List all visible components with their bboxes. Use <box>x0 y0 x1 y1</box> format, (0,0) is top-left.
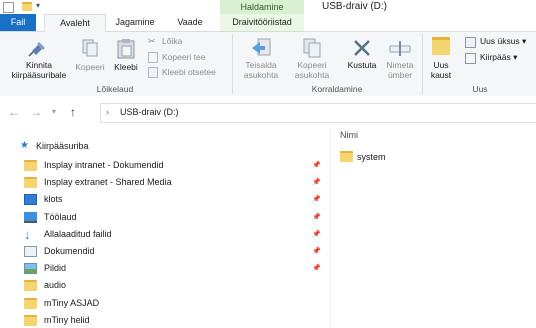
nav-item-label: audio <box>44 280 67 291</box>
pinned-icon[interactable]: 📌 <box>312 192 321 207</box>
nav-item-label: Pildid <box>44 263 67 274</box>
pictures-icon <box>24 263 37 275</box>
copy-path-button[interactable]: Kopeeri tee <box>162 52 205 63</box>
delete-button[interactable]: Kustuta <box>340 60 384 70</box>
breadcrumb-path[interactable]: USB-draiv (D:) <box>120 104 179 120</box>
paste-button[interactable]: Kleebi <box>110 62 142 72</box>
easy-access-icon[interactable] <box>465 53 476 64</box>
new-folder-icon[interactable] <box>432 37 450 55</box>
nav-item-label: Dokumendid <box>44 246 95 256</box>
pinned-icon[interactable]: 📌 <box>312 227 321 242</box>
paste-shortcut-button[interactable]: Kleebi otsetee <box>162 67 216 78</box>
recent-dropdown-icon[interactable]: ▾ <box>52 104 56 120</box>
pinned-icon[interactable]: 📌 <box>312 158 321 173</box>
desktop-icon <box>24 211 37 223</box>
up-arrow-icon[interactable]: ↑ <box>70 104 76 120</box>
new-item-icon[interactable] <box>465 37 476 48</box>
pin-icon[interactable] <box>26 37 48 59</box>
nav-item-label: Töölaud <box>44 211 77 222</box>
easy-access-label: Kiirpääs <box>480 52 511 62</box>
copy-button[interactable]: Kopeeri <box>72 62 108 72</box>
qat-dropdown-icon[interactable]: ▾ <box>36 1 40 10</box>
clipboard-group-label: Lõikelaud <box>96 84 134 94</box>
breadcrumb-separator-icon[interactable]: › <box>106 104 109 120</box>
nav-item-label: Insplay extranet - Shared Media <box>44 177 172 188</box>
paste-icon[interactable] <box>116 37 136 59</box>
folder-icon <box>24 297 37 309</box>
tab-view[interactable]: Vaade <box>166 14 214 31</box>
group-separator <box>232 34 233 94</box>
nav-item-label: Insplay intranet - Dokumendid <box>44 160 164 170</box>
nav-item-label: mTiny ASJAD <box>44 297 100 308</box>
folder-icon <box>24 314 37 326</box>
tab-file[interactable]: Fail <box>0 14 36 31</box>
move-to-button[interactable]: Teisalda asukohta <box>238 60 284 80</box>
nav-quick-access[interactable]: Kiirpääsuriba <box>36 139 89 154</box>
new-item-button[interactable]: Uus üksus ▾ <box>480 36 526 47</box>
file-name: system <box>357 152 386 162</box>
documents-icon <box>24 246 37 257</box>
nav-item-label: Allalaaditud failid <box>44 228 112 239</box>
new-item-label: Uus üksus <box>480 36 520 46</box>
check-icon[interactable] <box>3 2 14 13</box>
window-title: USB-draiv (D:) <box>322 1 388 12</box>
tab-home[interactable]: Avaleht <box>44 14 106 32</box>
nav-item-label: mTiny helid <box>44 314 90 325</box>
new-folder-button[interactable]: Uus kaust <box>424 60 458 80</box>
star-icon: ★ <box>20 140 29 151</box>
folder-icon <box>24 280 37 292</box>
folder-icon <box>24 160 37 171</box>
move-to-icon[interactable] <box>250 37 274 59</box>
organize-group-label: Korraldamine <box>311 84 363 94</box>
manage-context-header: Haldamine <box>220 0 304 14</box>
copy-path-icon[interactable] <box>148 52 158 63</box>
nav-item-label: klots <box>44 194 63 205</box>
rename-button[interactable]: Nimeta ümber <box>382 60 418 80</box>
new-group-label: Uus <box>472 84 488 94</box>
back-arrow-icon[interactable]: ← <box>8 104 20 120</box>
pinned-icon[interactable]: 📌 <box>312 244 321 259</box>
pane-divider[interactable] <box>330 128 331 328</box>
cut-button[interactable]: Lõika <box>162 36 182 47</box>
folder-icon <box>340 151 353 162</box>
pin-quick-access-button[interactable]: Kinnita kiirpääsuribale <box>2 60 76 80</box>
rename-icon[interactable] <box>388 38 412 58</box>
copy-to-icon[interactable] <box>301 37 323 59</box>
group-separator <box>422 34 423 94</box>
paste-shortcut-icon[interactable] <box>148 67 158 78</box>
folder-icon <box>24 177 37 189</box>
pinned-icon[interactable]: 📌 <box>312 175 321 190</box>
copy-to-button[interactable]: Kopeeri asukohta <box>288 60 336 80</box>
pinned-icon[interactable]: 📌 <box>312 210 321 225</box>
delete-icon[interactable] <box>352 38 372 58</box>
column-header-name[interactable]: Nimi <box>340 128 358 142</box>
quick-folder-icon[interactable] <box>22 2 32 11</box>
tab-share[interactable]: Jagamine <box>106 14 164 31</box>
tab-drive-tools[interactable]: Draivitööriistad <box>220 14 304 31</box>
download-icon: ↓ <box>24 226 31 242</box>
pinned-icon[interactable]: 📌 <box>312 261 321 276</box>
easy-access-button[interactable]: Kiirpääs ▾ <box>480 52 517 63</box>
cut-icon[interactable]: ✂ <box>148 36 156 47</box>
copy-icon[interactable] <box>80 38 100 58</box>
screen-icon <box>24 194 37 206</box>
forward-arrow-icon[interactable]: → <box>30 104 42 120</box>
